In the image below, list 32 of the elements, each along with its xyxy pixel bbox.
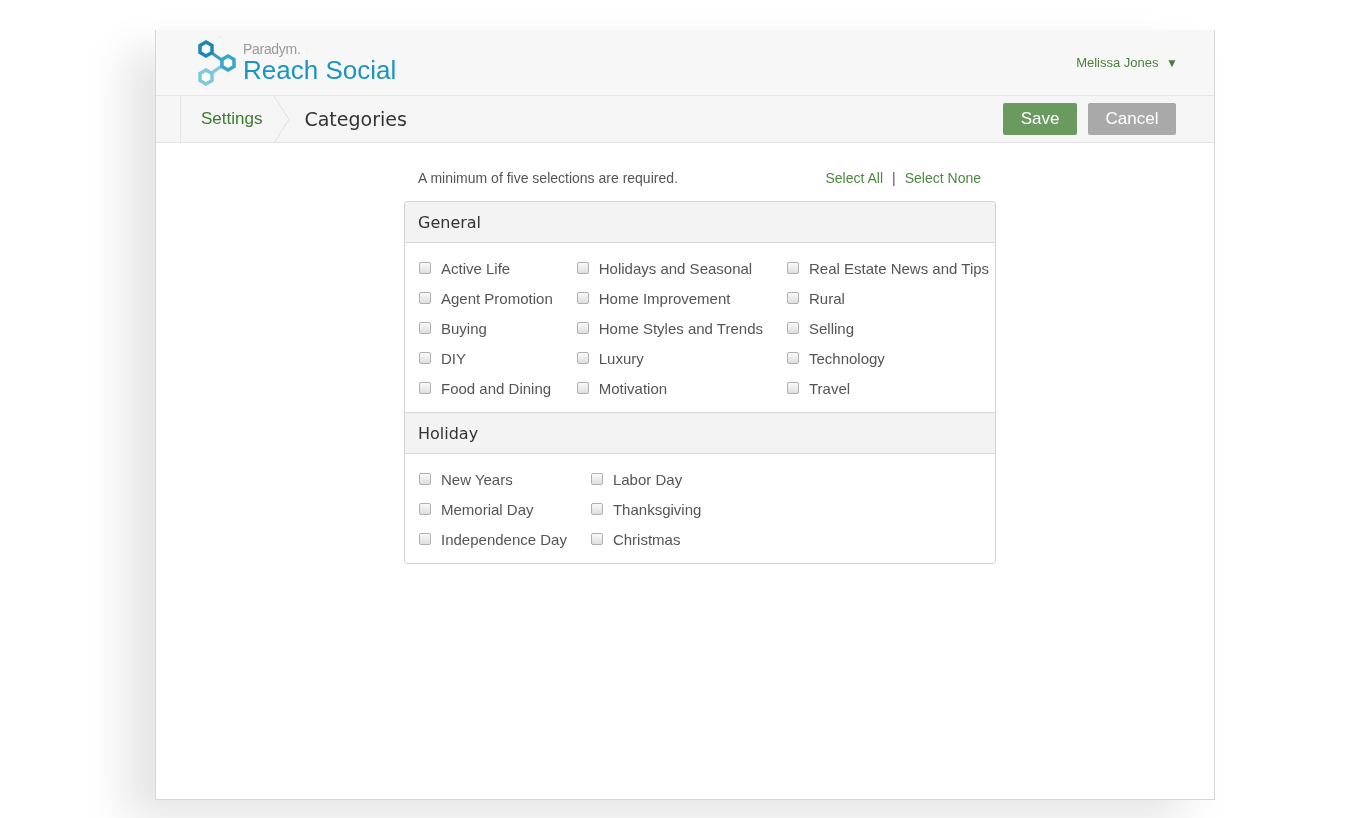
category-checkbox[interactable]: Motivation [576,373,763,403]
category-checkbox[interactable]: Rural [787,283,990,313]
category-checkbox[interactable]: Luxury [576,343,763,373]
category-checkbox[interactable]: Travel [787,373,990,403]
select-all-link[interactable]: Select All [825,170,884,186]
category-checkbox[interactable]: New Years [419,464,567,494]
category-checkbox[interactable]: Holidays and Seasonal [576,253,763,283]
select-none-link[interactable]: Select None [904,170,981,186]
category-checkbox[interactable]: Home Improvement [576,283,763,313]
category-checkbox[interactable]: Buying [419,313,553,343]
category-checkbox[interactable]: Home Styles and Trends [576,313,763,343]
section-title: General [418,212,482,232]
category-checkbox[interactable]: Independence Day [419,524,567,554]
requirement-notice: A minimum of five selections are required. [418,170,678,186]
user-menu[interactable]: Melissa Jones ▼ [1076,55,1178,70]
section-title: Holiday [418,423,479,443]
category-checkbox[interactable]: Selling [787,313,990,343]
brand-tagline: Paradym. [243,42,302,56]
link-separator: | [892,170,896,186]
breadcrumb-link[interactable]: Settings [181,109,275,129]
page-title: Categories [303,108,407,130]
category-checkbox[interactable]: DIY [419,343,553,373]
category-checkbox[interactable]: Active Life [419,253,553,283]
category-checkbox[interactable]: Real Estate News and Tips [787,253,990,283]
category-checkbox[interactable]: Christmas [590,524,702,554]
brand-name: Reach Social [243,57,397,83]
category-checkbox[interactable]: Labor Day [590,464,702,494]
category-checkbox[interactable]: Food and Dining [419,373,553,403]
category-checkbox[interactable]: Thanksgiving [590,494,702,524]
category-checkbox[interactable]: Agent Promotion [419,283,553,313]
category-checkbox[interactable]: Technology [787,343,990,373]
category-checkbox[interactable]: Memorial Day [419,494,567,524]
